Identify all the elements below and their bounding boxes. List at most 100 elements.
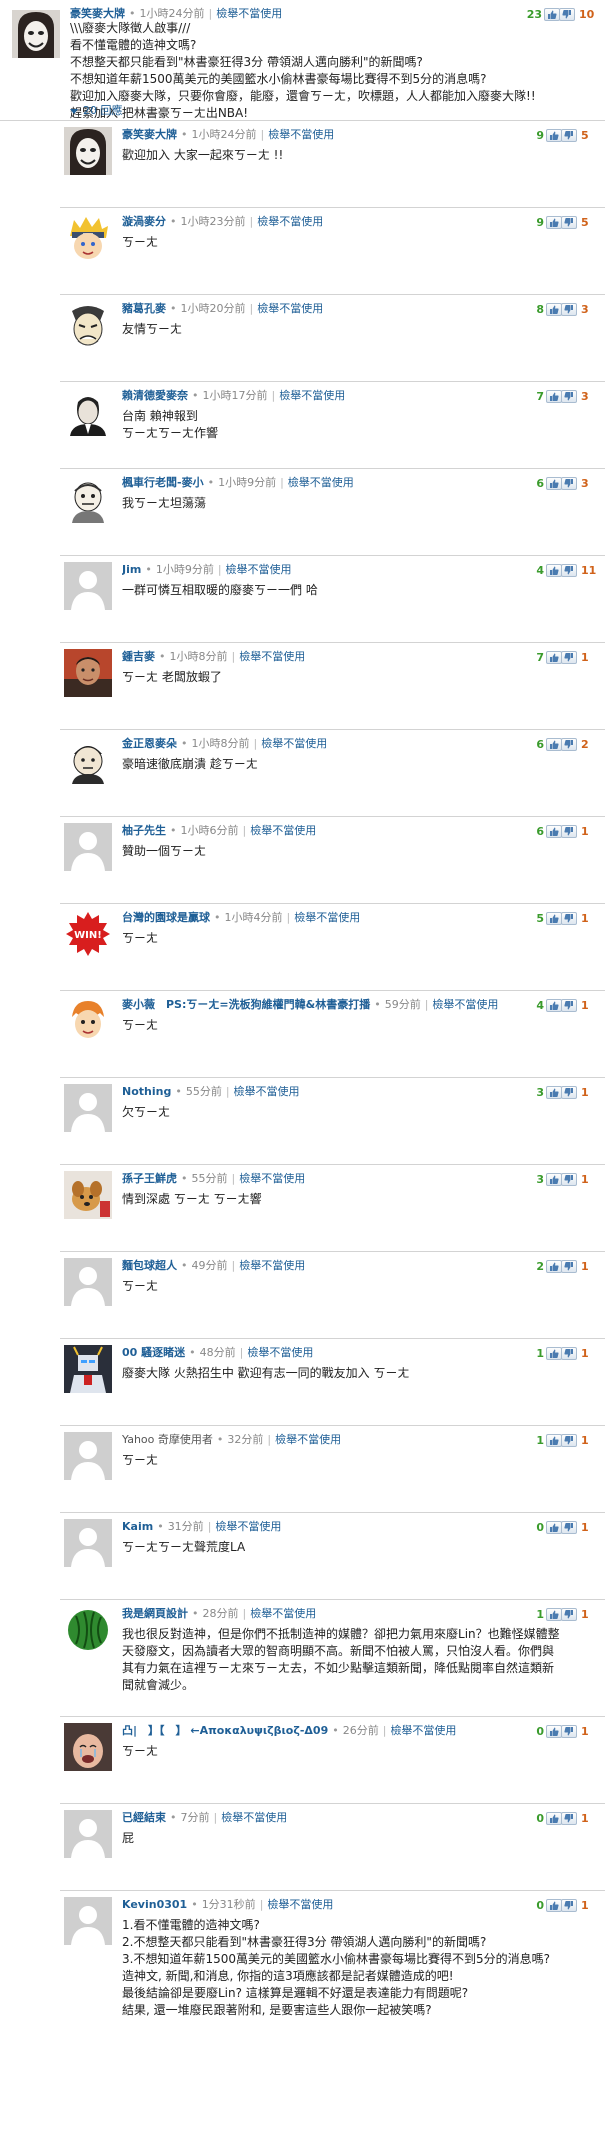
crying-face-avatar[interactable] — [64, 1723, 112, 1771]
old-man-cartoon-avatar[interactable] — [64, 475, 112, 523]
thumbs-up-button[interactable] — [546, 1608, 562, 1621]
thumbs-down-button[interactable] — [561, 1173, 577, 1186]
thumbs-down-button[interactable] — [559, 8, 575, 21]
default-user-avatar[interactable] — [64, 823, 112, 871]
thumbs-up-button[interactable] — [546, 1086, 562, 1099]
username-link[interactable]: Nothing — [122, 1085, 171, 1098]
dog-photo-avatar[interactable] — [64, 1171, 112, 1219]
default-user-avatar[interactable] — [64, 1519, 112, 1567]
username-link[interactable]: 孫子王鮮虎 — [122, 1172, 177, 1185]
username-link[interactable]: 鍾吉麥 — [122, 650, 155, 663]
thumbs-up-button[interactable] — [546, 999, 562, 1012]
thumbs-down-button[interactable] — [561, 912, 577, 925]
username-link[interactable]: Jim — [122, 563, 141, 576]
leader-cartoon-avatar[interactable] — [64, 736, 112, 784]
username-link[interactable]: 金正恩麥朵 — [122, 737, 177, 750]
default-user-avatar[interactable] — [64, 1084, 112, 1132]
report-link[interactable]: 檢舉不當使用 — [234, 1085, 300, 1098]
report-link[interactable]: 檢舉不當使用 — [239, 650, 305, 663]
report-link[interactable]: 檢舉不當使用 — [257, 215, 323, 228]
ninja-cartoon-avatar[interactable] — [64, 214, 112, 262]
thumbs-up-button[interactable] — [546, 303, 562, 316]
thumbs-down-button[interactable] — [561, 129, 577, 142]
report-link[interactable]: 檢舉不當使用 — [432, 998, 498, 1011]
thumbs-down-button[interactable] — [561, 303, 577, 316]
report-link[interactable]: 檢舉不當使用 — [215, 1520, 281, 1533]
report-link[interactable]: 檢舉不當使用 — [268, 128, 334, 141]
thumbs-down-button[interactable] — [561, 1086, 577, 1099]
username-link[interactable]: 凸| 】【 】 ←Αποκαλυψιζβιοζ-Δ09 — [122, 1724, 328, 1737]
thumbs-up-button[interactable] — [546, 651, 562, 664]
report-link[interactable]: 檢舉不當使用 — [279, 389, 345, 402]
thumbs-up-button[interactable] — [546, 825, 562, 838]
report-link[interactable]: 檢舉不當使用 — [221, 1811, 287, 1824]
username-link[interactable]: Kevin0301 — [122, 1898, 187, 1911]
thumbs-up-button[interactable] — [546, 129, 562, 142]
thumbs-up-button[interactable] — [546, 1260, 562, 1273]
thumbs-down-button[interactable] — [561, 1812, 577, 1825]
report-link[interactable]: 檢舉不當使用 — [275, 1433, 341, 1446]
thumbs-down-button[interactable] — [561, 1521, 577, 1534]
default-user-avatar[interactable] — [64, 1810, 112, 1858]
thumbs-down-button[interactable] — [561, 1260, 577, 1273]
username-link[interactable]: 漩渦麥分 — [122, 215, 166, 228]
username-link[interactable]: Yahoo 奇摩使用者 — [122, 1433, 213, 1446]
report-link[interactable]: 檢舉不當使用 — [288, 476, 354, 489]
thumbs-down-button[interactable] — [561, 651, 577, 664]
username-link[interactable]: 豬葛孔麥 — [122, 302, 166, 315]
username-link[interactable]: 台灣的園球是贏球 — [122, 911, 210, 924]
thumbs-up-button[interactable] — [546, 216, 562, 229]
thumbs-down-button[interactable] — [561, 1725, 577, 1738]
thumbs-up-button[interactable] — [544, 8, 560, 21]
thumbs-up-button[interactable] — [546, 564, 562, 577]
show-replies-toggle[interactable]: 20 回應 — [70, 102, 123, 118]
username-link[interactable]: 楓車行老闆-麥小 — [122, 476, 204, 489]
photo-man-avatar[interactable] — [64, 649, 112, 697]
report-link[interactable]: 檢舉不當使用 — [250, 824, 316, 837]
report-link[interactable]: 檢舉不當使用 — [216, 7, 282, 20]
default-user-avatar[interactable] — [64, 562, 112, 610]
username-link[interactable]: 麵包球超人 — [122, 1259, 177, 1272]
username-link[interactable]: 00 騷逐睹迷 — [122, 1346, 185, 1359]
thumbs-down-button[interactable] — [561, 216, 577, 229]
orange-hair-cartoon-avatar[interactable] — [64, 997, 112, 1045]
thumbs-down-button[interactable] — [561, 1347, 577, 1360]
username-link[interactable]: 賴清德愛麥奈 — [122, 389, 188, 402]
username-link[interactable]: 豪笑麥大牌 — [70, 7, 125, 20]
report-link[interactable]: 檢舉不當使用 — [250, 1607, 316, 1620]
report-link[interactable]: 檢舉不當使用 — [239, 1259, 305, 1272]
report-link[interactable]: 檢舉不當使用 — [390, 1724, 456, 1737]
username-link[interactable]: 柚子先生 — [122, 824, 166, 837]
win-badge-avatar[interactable]: WIN! — [64, 910, 112, 958]
watermelon-avatar[interactable] — [64, 1606, 112, 1654]
thumbs-down-button[interactable] — [561, 825, 577, 838]
thumbs-up-button[interactable] — [546, 1434, 562, 1447]
rage-face-avatar[interactable] — [64, 301, 112, 349]
thumbs-down-button[interactable] — [561, 1608, 577, 1621]
report-link[interactable]: 檢舉不當使用 — [257, 302, 323, 315]
thumbs-up-button[interactable] — [546, 477, 562, 490]
thumbs-down-button[interactable] — [561, 477, 577, 490]
default-user-avatar[interactable] — [64, 1258, 112, 1306]
robot-avatar[interactable] — [64, 1345, 112, 1393]
thumbs-up-button[interactable] — [546, 390, 562, 403]
mask-face-avatar[interactable] — [64, 127, 112, 175]
thumbs-up-button[interactable] — [546, 738, 562, 751]
thumbs-down-button[interactable] — [561, 564, 577, 577]
thumbs-down-button[interactable] — [561, 999, 577, 1012]
report-link[interactable]: 檢舉不當使用 — [294, 911, 360, 924]
report-link[interactable]: 檢舉不當使用 — [261, 737, 327, 750]
thumbs-up-button[interactable] — [546, 1347, 562, 1360]
username-link[interactable]: 麥小薇 PS:ㄎㄧㄤ=洗板狗維權門韓&林書豪打播 — [122, 998, 370, 1011]
suit-man-avatar[interactable] — [64, 388, 112, 436]
username-link[interactable]: 我是網頁設計 — [122, 1607, 188, 1620]
thumbs-up-button[interactable] — [546, 1173, 562, 1186]
report-link[interactable]: 檢舉不當使用 — [226, 563, 292, 576]
thumbs-up-button[interactable] — [546, 912, 562, 925]
thumbs-up-button[interactable] — [546, 1899, 562, 1912]
username-link[interactable]: Kaim — [122, 1520, 153, 1533]
thumbs-up-button[interactable] — [546, 1725, 562, 1738]
thumbs-down-button[interactable] — [561, 390, 577, 403]
username-link[interactable]: 豪笑麥大牌 — [122, 128, 177, 141]
report-link[interactable]: 檢舉不當使用 — [239, 1172, 305, 1185]
